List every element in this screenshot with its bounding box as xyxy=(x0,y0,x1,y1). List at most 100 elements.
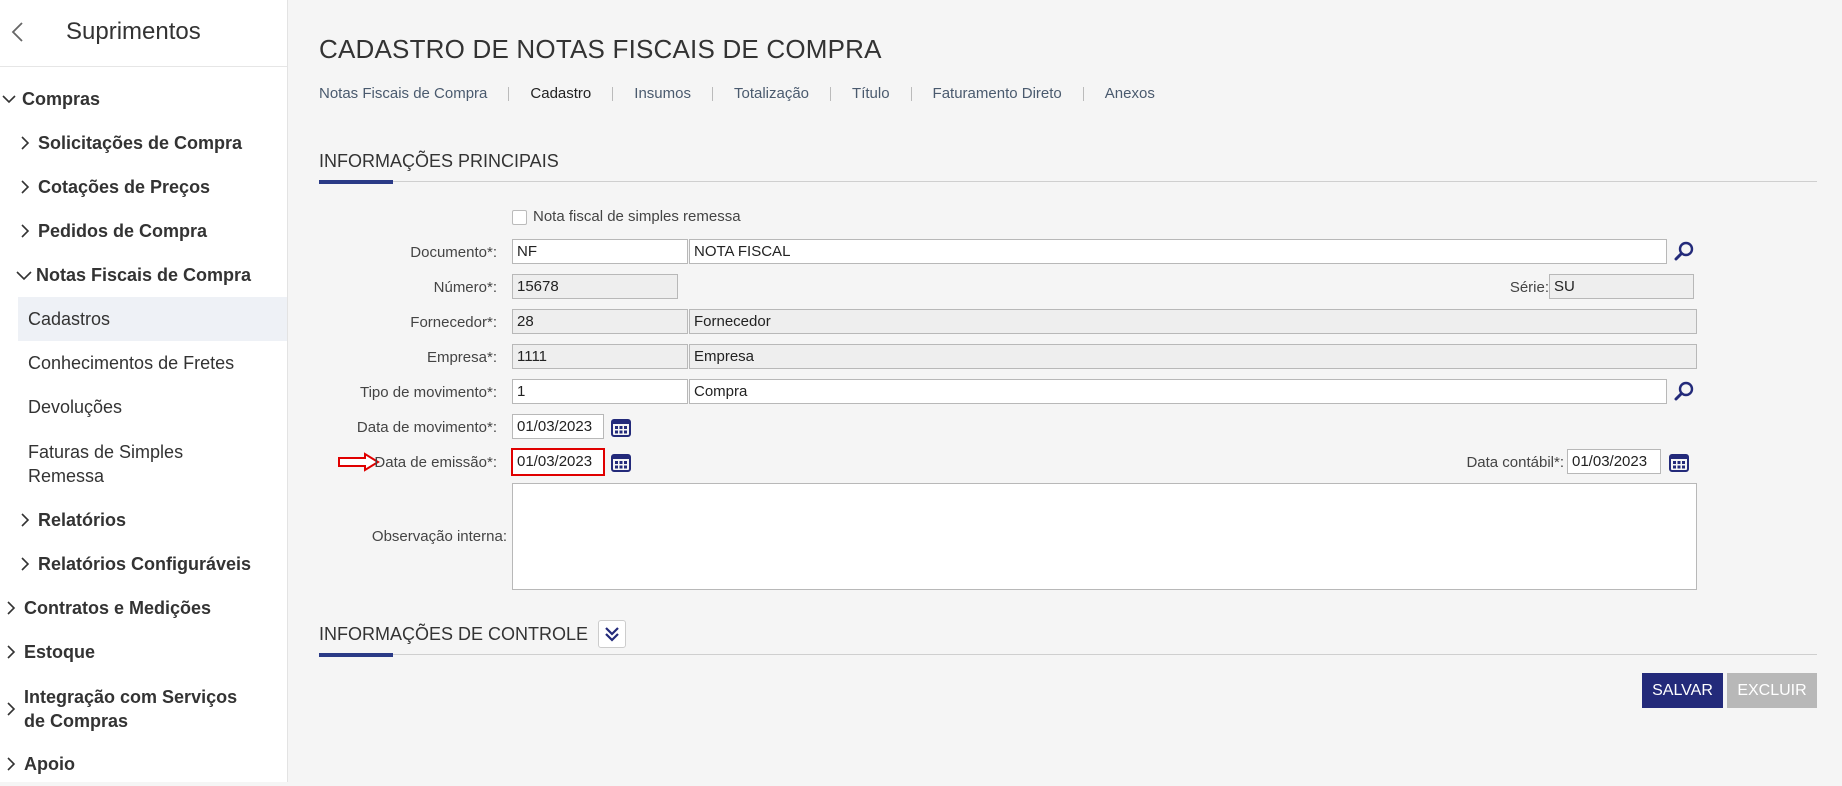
data-movimento-input[interactable]: 01/03/2023 xyxy=(512,414,604,439)
data-emissao-calendar-icon[interactable] xyxy=(607,448,635,476)
back-icon[interactable] xyxy=(8,19,28,45)
sidebar-item-apoio[interactable]: Apoio xyxy=(0,742,287,786)
documento-code-input[interactable]: NF xyxy=(512,239,688,264)
simples-remessa-label: Nota fiscal de simples remessa xyxy=(533,208,741,225)
tipo-movimento-label: Tipo de movimento*: xyxy=(359,384,497,401)
sidebar-item-estoque[interactable]: Estoque xyxy=(0,630,287,674)
sidebar-header: Suprimentos xyxy=(0,0,287,67)
tab-divider xyxy=(711,86,713,101)
sidebar-item-label: Integração com Serviços de Compras xyxy=(24,687,238,731)
documento-label: Documento*: xyxy=(410,244,497,261)
sidebar-item-label: Contratos e Medições xyxy=(24,597,212,618)
chevron-right-icon xyxy=(4,702,18,716)
tab-faturamento-direto[interactable]: Faturamento Direto xyxy=(933,85,1062,102)
fornecedor-label: Fornecedor*: xyxy=(410,314,497,331)
double-chevron-down-icon xyxy=(605,627,619,642)
numero-input[interactable]: 15678 xyxy=(512,274,678,299)
sidebar-item-label: Faturas de Simples Remessa xyxy=(28,442,184,486)
data-contabil-label: Data contábil*: xyxy=(1466,454,1564,471)
tab-divider xyxy=(612,86,614,101)
sidebar-item-cadastros[interactable]: Cadastros xyxy=(18,297,287,341)
tab-bar: Notas Fiscais de Compra Cadastro Insumos… xyxy=(319,85,1155,102)
tab-insumos[interactable]: Insumos xyxy=(634,85,691,102)
sidebar-item-pedidos[interactable]: Pedidos de Compra xyxy=(0,209,287,253)
serie-label: Série: xyxy=(1509,279,1549,296)
sidebar-item-devolucoes[interactable]: Devoluções xyxy=(0,385,287,429)
data-movimento-label: Data de movimento*: xyxy=(356,419,497,436)
chevron-right-icon xyxy=(18,513,32,527)
section-informacoes-principais: INFORMAÇÕES PRINCIPAIS xyxy=(319,151,1817,184)
expand-section-button[interactable] xyxy=(598,620,627,648)
tab-notas-fiscais[interactable]: Notas Fiscais de Compra xyxy=(319,85,487,102)
sidebar-item-label: Estoque xyxy=(24,641,96,662)
observacao-label: Observação interna: xyxy=(371,528,507,545)
sidebar-item-notas-fiscais[interactable]: Notas Fiscais de Compra xyxy=(0,253,287,297)
sidebar-item-label: Relatórios Configuráveis xyxy=(38,553,252,574)
main-content: CADASTRO DE NOTAS FISCAIS DE COMPRA Nota… xyxy=(287,0,1842,782)
sidebar-item-solicitacoes[interactable]: Solicitações de Compra xyxy=(0,121,287,165)
sidebar-item-label: Notas Fiscais de Compra xyxy=(36,264,252,285)
tipo-movimento-code-input[interactable]: 1 xyxy=(512,379,688,404)
sidebar-item-integracao[interactable]: Integração com Serviços de Compras xyxy=(0,682,260,736)
fornecedor-desc-input[interactable]: Fornecedor xyxy=(689,309,1697,334)
sidebar-item-label: Cadastros xyxy=(28,308,111,329)
sidebar-item-label: Relatórios xyxy=(38,509,127,530)
page-title: CADASTRO DE NOTAS FISCAIS DE COMPRA xyxy=(319,34,882,64)
sidebar-item-label: Compras xyxy=(22,88,101,109)
data-contabil-calendar-icon[interactable] xyxy=(1665,448,1693,476)
sidebar-item-compras[interactable]: Compras xyxy=(0,77,287,121)
chevron-down-icon xyxy=(2,92,16,106)
empresa-label: Empresa*: xyxy=(426,349,497,366)
chevron-right-icon xyxy=(18,224,32,238)
sidebar-item-conhecimentos-fretes[interactable]: Conhecimentos de Fretes xyxy=(0,341,287,385)
sidebar-item-cotacoes[interactable]: Cotações de Preços xyxy=(0,165,287,209)
data-movimento-calendar-icon[interactable] xyxy=(607,413,635,441)
sidebar: Suprimentos Compras Solicitações de Comp… xyxy=(0,0,288,782)
sidebar-item-label: Pedidos de Compra xyxy=(38,220,208,241)
data-emissao-input[interactable]: 01/03/2023 xyxy=(511,448,605,476)
section-title-text: INFORMAÇÕES DE CONTROLE xyxy=(319,623,589,644)
fornecedor-code-input[interactable]: 28 xyxy=(512,309,688,334)
documento-search-icon[interactable] xyxy=(1670,237,1698,265)
sidebar-item-label: Solicitações de Compra xyxy=(38,132,243,153)
empresa-code-input[interactable]: 1111 xyxy=(512,344,688,369)
empresa-desc-input[interactable]: Empresa xyxy=(689,344,1697,369)
chevron-right-icon xyxy=(4,601,18,615)
sidebar-item-contratos[interactable]: Contratos e Medições xyxy=(0,586,287,630)
tab-divider xyxy=(508,86,510,101)
chevron-right-icon xyxy=(4,757,18,771)
tab-divider xyxy=(830,86,832,101)
sidebar-item-label: Devoluções xyxy=(28,396,123,417)
tab-titulo[interactable]: Título xyxy=(852,85,890,102)
documento-desc-input[interactable]: NOTA FISCAL xyxy=(689,239,1667,264)
data-contabil-input[interactable]: 01/03/2023 xyxy=(1567,449,1661,474)
tab-divider xyxy=(910,86,912,101)
section-informacoes-controle: INFORMAÇÕES DE CONTROLE xyxy=(319,620,1817,657)
save-button[interactable]: SALVAR xyxy=(1642,673,1723,708)
section-title-text: INFORMAÇÕES PRINCIPAIS xyxy=(319,151,559,171)
chevron-right-icon xyxy=(18,180,32,194)
sidebar-title: Suprimentos xyxy=(66,18,201,45)
simples-remessa-checkbox[interactable] xyxy=(512,210,527,225)
chevron-right-icon xyxy=(18,136,32,150)
section-title: INFORMAÇÕES PRINCIPAIS xyxy=(319,151,1817,181)
sidebar-item-relatorios[interactable]: Relatórios xyxy=(0,498,287,542)
tipo-movimento-desc-input[interactable]: Compra xyxy=(689,379,1667,404)
data-emissao-label: Data de emissão*: xyxy=(374,454,497,471)
delete-button[interactable]: EXCLUIR xyxy=(1727,673,1817,708)
sidebar-item-faturas-simples-remessa[interactable]: Faturas de Simples Remessa xyxy=(0,432,230,490)
sidebar-item-label: Apoio xyxy=(24,753,75,774)
tipo-movimento-search-icon[interactable] xyxy=(1670,377,1698,405)
section-underline xyxy=(319,180,393,184)
numero-label: Número*: xyxy=(433,279,497,296)
tab-totalizacao[interactable]: Totalização xyxy=(734,85,809,102)
sidebar-item-relatorios-configuraveis[interactable]: Relatórios Configuráveis xyxy=(0,542,287,586)
chevron-down-icon xyxy=(16,268,32,282)
chevron-right-icon xyxy=(18,557,32,571)
serie-input[interactable]: SU xyxy=(1549,274,1694,299)
sidebar-item-label: Cotações de Preços xyxy=(38,176,211,197)
tab-divider xyxy=(1082,86,1084,101)
observacao-textarea[interactable] xyxy=(512,483,1697,590)
tab-anexos[interactable]: Anexos xyxy=(1105,85,1155,102)
tab-cadastro[interactable]: Cadastro xyxy=(530,85,591,102)
